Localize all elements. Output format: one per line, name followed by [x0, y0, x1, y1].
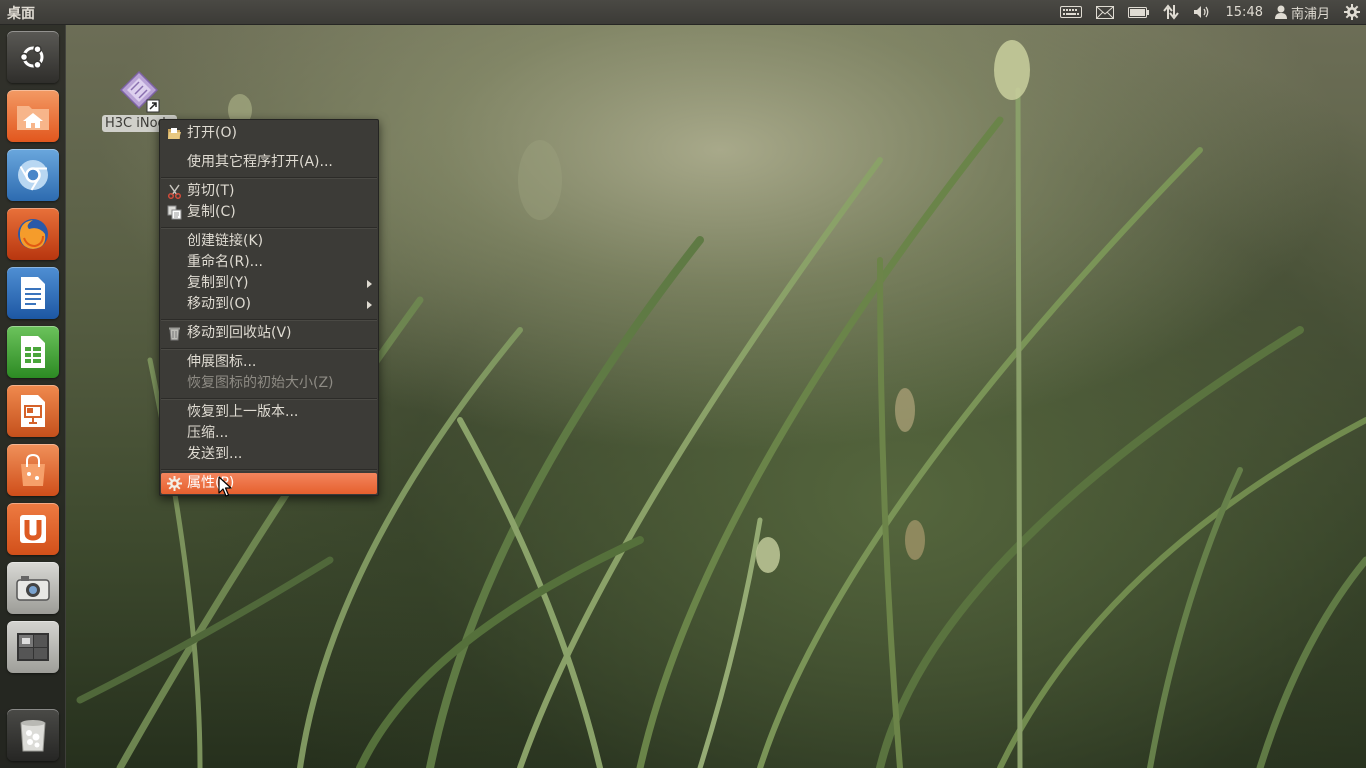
desktop-context-menu: 打开(O) 使用其它程序打开(A)... 剪切(T) 复制(C) 创建链接(K)…: [159, 119, 379, 496]
copy-icon: [167, 205, 182, 220]
launcher-chromium[interactable]: [7, 149, 59, 201]
trash-icon: [20, 720, 46, 752]
launcher-calc[interactable]: [7, 326, 59, 378]
launcher-impress[interactable]: [7, 385, 59, 437]
menu-item-copy[interactable]: 复制(C): [161, 202, 377, 223]
chromium-icon: [18, 160, 48, 191]
menu-separator: [161, 348, 377, 350]
network-arrows-icon: [1162, 4, 1179, 20]
submenu-arrow-icon: [367, 280, 372, 288]
menu-item-restore-icon-size: 恢复图标的初始大小(Z): [187, 375, 334, 391]
envelope-icon: [1095, 5, 1114, 19]
indicator-area: 15:48 南浦月: [1053, 0, 1366, 24]
ubuntu-one-icon: [20, 515, 46, 543]
clock[interactable]: 15:48: [1218, 0, 1271, 24]
menu-item-compress[interactable]: 压缩...: [161, 423, 377, 444]
scissors-icon: [167, 184, 182, 199]
menu-item-send-to[interactable]: 发送到...: [161, 444, 377, 465]
gear-icon: [1344, 4, 1360, 20]
launcher: [0, 25, 66, 768]
mouse-cursor-icon: [218, 476, 232, 497]
presentation-impress-icon: [21, 395, 45, 427]
gear-icon: [167, 476, 182, 491]
launcher-workspace-switcher[interactable]: [7, 621, 59, 673]
launcher-home-folder[interactable]: [7, 90, 59, 142]
menu-item-move-to[interactable]: 移动到(O): [161, 294, 377, 315]
menu-item-make-link[interactable]: 创建链接(K): [161, 231, 377, 252]
menu-separator: [161, 398, 377, 400]
top-panel: 桌面 15:48 南浦月: [0, 0, 1366, 25]
launcher-writer[interactable]: [7, 267, 59, 319]
launcher-firefox[interactable]: [7, 208, 59, 260]
workspace-switcher-icon: [17, 633, 49, 661]
dash-home-button[interactable]: [7, 31, 59, 83]
user-icon: [1274, 5, 1287, 19]
menu-separator: [161, 227, 377, 229]
keyboard-indicator[interactable]: [1053, 0, 1089, 24]
shopping-bag-icon: [21, 453, 45, 486]
user-name: 南浦月: [1290, 6, 1330, 22]
menu-item-open[interactable]: 打开(O): [161, 123, 377, 144]
launcher-cheese[interactable]: [7, 562, 59, 614]
menu-item-revert-version[interactable]: 恢复到上一版本...: [161, 402, 377, 423]
speaker-icon: [1193, 6, 1208, 18]
firefox-icon: [18, 219, 48, 249]
menu-item-move-to-trash[interactable]: 移动到回收站(V): [161, 323, 377, 344]
document-writer-icon: [21, 277, 45, 309]
launcher-ubuntu-one[interactable]: [7, 503, 59, 555]
menu-item-cut[interactable]: 剪切(T): [161, 181, 377, 202]
menu-separator: [161, 177, 377, 179]
menu-separator: [161, 469, 377, 471]
menu-item-copy-to[interactable]: 复制到(Y): [161, 273, 377, 294]
inode-launcher-icon: [119, 70, 160, 113]
sound-indicator[interactable]: [1186, 0, 1218, 24]
session-indicator[interactable]: [1338, 0, 1366, 24]
folder-open-icon: [168, 128, 181, 139]
camera-icon: [16, 576, 50, 601]
menu-item-properties[interactable]: 属性(P): [161, 473, 377, 494]
spreadsheet-calc-icon: [21, 336, 45, 368]
user-menu[interactable]: 南浦月: [1271, 0, 1338, 24]
submenu-arrow-icon: [367, 301, 372, 309]
battery-icon: [1127, 6, 1149, 18]
folder-home-icon: [17, 106, 49, 130]
menu-item-stretch-icon[interactable]: 伸展图标...: [161, 352, 377, 373]
panel-title: 桌面: [7, 6, 35, 22]
launcher-trash[interactable]: [7, 709, 59, 761]
launcher-software-center[interactable]: [7, 444, 59, 496]
battery-indicator[interactable]: [1121, 0, 1156, 24]
ubuntu-logo-icon: [19, 44, 44, 70]
menu-item-open-with[interactable]: 使用其它程序打开(A)...: [161, 152, 377, 173]
menu-item-rename[interactable]: 重命名(R)...: [161, 252, 377, 273]
network-indicator[interactable]: [1156, 0, 1186, 24]
keyboard-icon: [1059, 6, 1082, 18]
menu-separator: [161, 319, 377, 321]
trash-small-icon: [169, 327, 180, 341]
messaging-indicator[interactable]: [1089, 0, 1121, 24]
